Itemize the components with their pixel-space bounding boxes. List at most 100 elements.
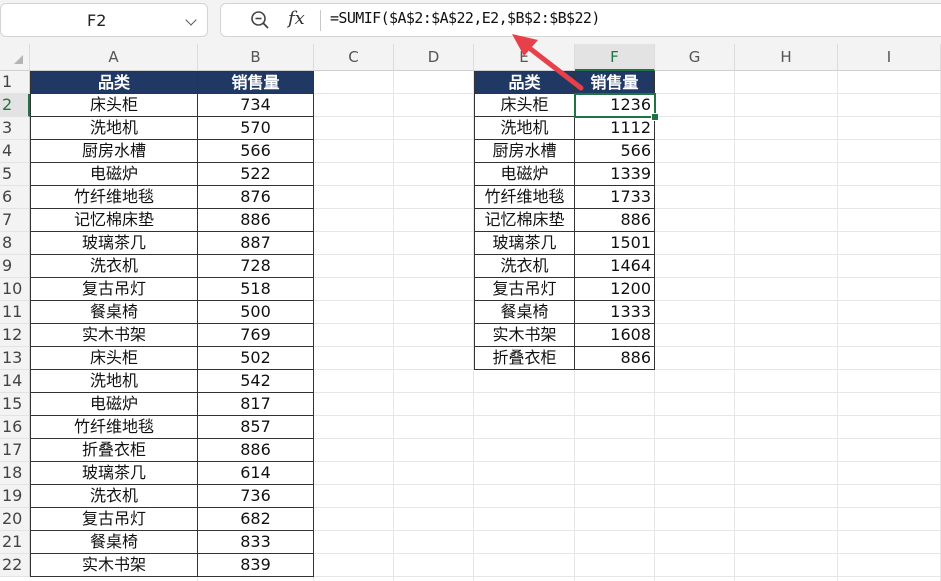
right-cell-category[interactable]: 床头柜 [474, 94, 575, 117]
row-header-1[interactable]: 1 [0, 71, 30, 94]
right-cell-sales[interactable]: 886 [575, 209, 655, 232]
left-cell-category[interactable]: 电磁炉 [30, 393, 198, 416]
left-cell-sales[interactable]: 886 [198, 209, 314, 232]
right-cell-category[interactable]: 竹纤维地毯 [474, 186, 575, 209]
column-header-d[interactable]: D [394, 44, 474, 71]
right-cell-sales[interactable]: 1339 [575, 163, 655, 186]
zoom-icon[interactable] [250, 10, 270, 30]
right-cell-category[interactable]: 玻璃茶几 [474, 232, 575, 255]
left-cell-category[interactable]: 餐桌椅 [30, 301, 198, 324]
row-header-22[interactable]: 22 [0, 554, 30, 577]
row-header-11[interactable]: 11 [0, 301, 30, 324]
right-cell-category[interactable]: 餐桌椅 [474, 301, 575, 324]
row-header-17[interactable]: 17 [0, 439, 30, 462]
row-header-14[interactable]: 14 [0, 370, 30, 393]
left-cell-category[interactable]: 实木书架 [30, 324, 198, 347]
left-cell-sales[interactable]: 876 [198, 186, 314, 209]
left-cell-category[interactable]: 洗地机 [30, 370, 198, 393]
left-cell-sales[interactable]: 833 [198, 531, 314, 554]
row-header-15[interactable]: 15 [0, 393, 30, 416]
row-header-7[interactable]: 7 [0, 209, 30, 232]
row-header-6[interactable]: 6 [0, 186, 30, 209]
right-cell-sales[interactable]: 1733 [575, 186, 655, 209]
active-cell-F2[interactable] [574, 93, 656, 118]
left-cell-category[interactable]: 实木书架 [30, 554, 198, 577]
column-header-e[interactable]: E [474, 44, 575, 71]
left-cell-sales[interactable]: 736 [198, 485, 314, 508]
left-cell-category[interactable]: 折叠衣柜 [30, 439, 198, 462]
left-cell-category[interactable]: 洗衣机 [30, 485, 198, 508]
row-header-4[interactable]: 4 [0, 140, 30, 163]
left-cell-sales[interactable]: 857 [198, 416, 314, 439]
left-cell-category[interactable]: 床头柜 [30, 347, 198, 370]
left-cell-sales[interactable]: 542 [198, 370, 314, 393]
formula-input[interactable]: fx =SUMIF($A$2:$A$22,E2,$B$2:$B$22) [220, 3, 941, 37]
right-cell-category[interactable]: 实木书架 [474, 324, 575, 347]
left-cell-sales[interactable]: 566 [198, 140, 314, 163]
spreadsheet-grid[interactable]: ABCDEFGHI 1 2 3 4 5 6 7 8 9 10 11 12 13 14 15 16 17 18 19 2… [0, 44, 941, 581]
left-cell-sales[interactable]: 522 [198, 163, 314, 186]
left-cell-category[interactable]: 玻璃茶几 [30, 232, 198, 255]
left-cell-category[interactable]: 复古吊灯 [30, 508, 198, 531]
column-header-c[interactable]: C [314, 44, 394, 71]
right-cell-category[interactable]: 电磁炉 [474, 163, 575, 186]
row-header-9[interactable]: 9 [0, 255, 30, 278]
left-cell-sales[interactable]: 502 [198, 347, 314, 370]
fill-handle[interactable] [651, 113, 659, 121]
left-cell-sales[interactable]: 839 [198, 554, 314, 577]
left-cell-category[interactable]: 复古吊灯 [30, 278, 198, 301]
left-cell-sales[interactable]: 728 [198, 255, 314, 278]
column-header-f[interactable]: F [575, 44, 655, 71]
left-header-category[interactable]: 品类 [30, 71, 198, 94]
column-header-b[interactable]: B [198, 44, 314, 71]
row-header-18[interactable]: 18 [0, 462, 30, 485]
left-cell-category[interactable]: 餐桌椅 [30, 531, 198, 554]
right-cell-sales[interactable]: 1608 [575, 324, 655, 347]
left-cell-sales[interactable]: 500 [198, 301, 314, 324]
right-cell-sales[interactable]: 1112 [575, 117, 655, 140]
right-cell-category[interactable]: 洗衣机 [474, 255, 575, 278]
left-cell-sales[interactable]: 518 [198, 278, 314, 301]
chevron-down-icon[interactable] [185, 14, 197, 26]
right-header-category[interactable]: 品类 [474, 71, 575, 94]
left-cell-category[interactable]: 记忆棉床垫 [30, 209, 198, 232]
row-header-21[interactable]: 21 [0, 531, 30, 554]
right-cell-sales[interactable]: 1333 [575, 301, 655, 324]
right-cell-category[interactable]: 复古吊灯 [474, 278, 575, 301]
right-cell-sales[interactable]: 1200 [575, 278, 655, 301]
row-header-3[interactable]: 3 [0, 117, 30, 140]
right-header-sales[interactable]: 销售量 [575, 71, 655, 94]
right-cell-category[interactable]: 厨房水槽 [474, 140, 575, 163]
left-cell-category[interactable]: 床头柜 [30, 94, 198, 117]
right-cell-category[interactable]: 记忆棉床垫 [474, 209, 575, 232]
left-cell-sales[interactable]: 769 [198, 324, 314, 347]
row-header-2[interactable]: 2 [0, 94, 30, 117]
row-header-5[interactable]: 5 [0, 163, 30, 186]
right-cell-sales[interactable]: 566 [575, 140, 655, 163]
left-cell-category[interactable]: 洗衣机 [30, 255, 198, 278]
row-header-20[interactable]: 20 [0, 508, 30, 531]
left-cell-sales[interactable]: 614 [198, 462, 314, 485]
row-header-10[interactable]: 10 [0, 278, 30, 301]
right-cell-category[interactable]: 洗地机 [474, 117, 575, 140]
row-header-13[interactable]: 13 [0, 347, 30, 370]
column-header-h[interactable]: H [735, 44, 838, 71]
right-cell-sales[interactable]: 1464 [575, 255, 655, 278]
left-cell-sales[interactable]: 682 [198, 508, 314, 531]
right-cell-sales[interactable]: 886 [575, 347, 655, 370]
right-cell-category[interactable]: 折叠衣柜 [474, 347, 575, 370]
left-cell-sales[interactable]: 817 [198, 393, 314, 416]
left-cell-category[interactable]: 竹纤维地毯 [30, 416, 198, 439]
row-header-16[interactable]: 16 [0, 416, 30, 439]
name-box[interactable]: F2 [0, 3, 208, 37]
left-cell-sales[interactable]: 570 [198, 117, 314, 140]
column-header-a[interactable]: A [30, 44, 198, 71]
left-cell-sales[interactable]: 887 [198, 232, 314, 255]
left-header-sales[interactable]: 销售量 [198, 71, 314, 94]
left-cell-sales[interactable]: 734 [198, 94, 314, 117]
left-cell-category[interactable]: 竹纤维地毯 [30, 186, 198, 209]
column-header-g[interactable]: G [655, 44, 735, 71]
row-header-19[interactable]: 19 [0, 485, 30, 508]
column-header-i[interactable]: I [838, 44, 941, 71]
select-all-corner[interactable] [0, 44, 30, 71]
